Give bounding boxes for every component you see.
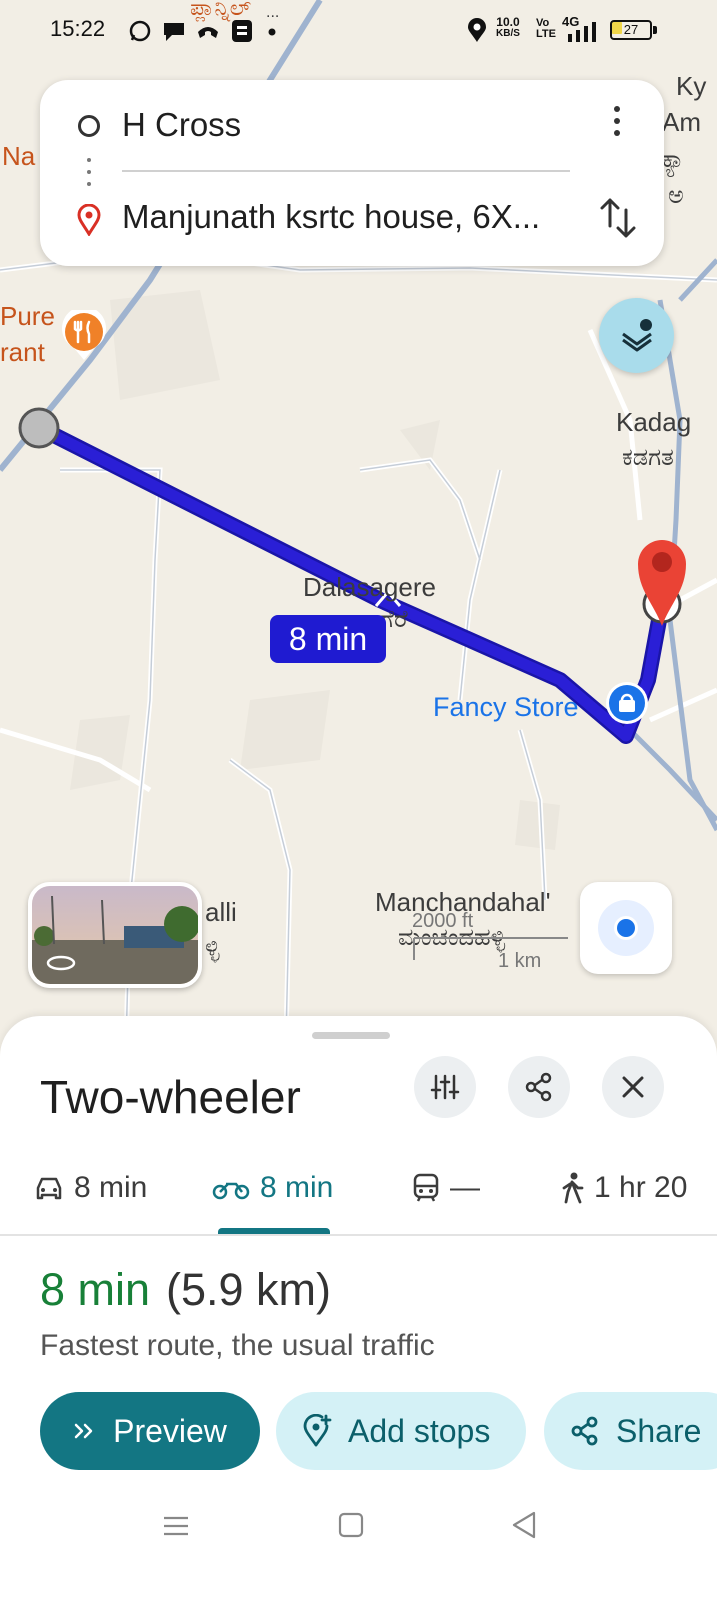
status-bar: 15:22 ಪ್ಲಾನ್ನಿಲ್ ... 10.0 KB/S Vo LTE 4G… [0,0,717,64]
directions-card: H Cross Manjunath ksrtc house, 6X... [40,80,664,266]
route-time-bubble[interactable]: 8 min [270,615,386,663]
map-label-ky: Ky [676,71,707,101]
active-tab-indicator [218,1228,330,1234]
transit-icon [412,1173,440,1203]
layers-button[interactable] [599,298,674,373]
close-icon [622,1076,644,1098]
map-label-kadag-kannada: ಕಡಗತ [622,443,674,471]
map-label-kadag: Kadag [616,407,692,437]
layers-icon [621,318,652,351]
swap-directions-button[interactable] [598,196,638,240]
map-label-kannada-2: ಅ [668,181,684,209]
restaurant-marker[interactable] [60,310,108,362]
share-pill-icon [570,1416,600,1446]
battery-indicator: 27 [610,20,652,40]
map-label-pure: Pure [0,301,55,331]
destination-input[interactable]: Manjunath ksrtc house, 6X... [122,198,570,236]
map-canvas[interactable]: Ky Am ಕ್ಯಾ ಅ Na Pure rant Kadag ಕಡಗತ Dal… [0,0,717,1080]
status-kannada-fragment: ಪ್ಲಾನ್ನಿಲ್ [190,0,252,21]
share-icon [525,1072,552,1102]
tab-transit[interactable]: — [412,1168,480,1208]
close-button[interactable] [602,1056,664,1118]
status-ellipsis: ... [266,4,280,21]
route-options-button[interactable] [414,1056,476,1118]
destination-pin-icon [77,204,101,236]
map-label-fancy-store[interactable]: Fancy Store [433,692,579,723]
my-location-button[interactable] [580,882,672,974]
map-label-alli-kannada: ಳ್ಳಿ [205,933,220,961]
map-label-am: Am [662,107,701,137]
tab-walk[interactable]: 1 hr 20 [560,1168,687,1208]
whatsapp-icon [129,20,151,42]
map-label-rant: rant [0,337,45,367]
battery-tip [653,26,657,34]
scale-bar [413,937,568,960]
preview-label: Preview [113,1412,227,1449]
chat-icon [164,23,184,41]
shopping-marker[interactable] [604,680,650,726]
tab-two-wheeler[interactable]: 8 min [212,1168,333,1208]
tab-two-wheeler-label: 8 min [260,1171,334,1204]
rotate-360-icon [46,955,76,971]
net-speed-unit: KB/S [496,28,520,39]
route-connector-dots [87,158,91,188]
origin-marker[interactable] [17,406,61,450]
route-duration: 8 min [40,1264,151,1315]
route-description: Fastest route, the usual traffic [40,1329,435,1362]
car-icon [34,1174,64,1202]
status-net-speed: 10.0 KB/S [496,16,520,40]
origin-circle-icon [78,115,100,137]
signal-icon [568,22,596,42]
tab-car[interactable]: 8 min [34,1168,147,1208]
map-label-kannada-1: ಕ್ಯಾ [662,145,685,173]
my-location-icon [598,900,654,956]
sheet-title: Two-wheeler [40,1071,301,1123]
map-label-na: Na [2,141,36,171]
more-options-button[interactable] [606,106,628,146]
notification-icon [232,20,252,42]
motorcycle-icon [212,1176,250,1200]
origin-input[interactable]: H Cross [122,106,241,144]
tab-walk-label: 1 hr 20 [594,1171,688,1204]
back-button[interactable] [510,1510,538,1540]
card-divider [122,170,570,172]
missed-call-icon [198,27,218,38]
share-label: Share [616,1412,702,1449]
more-vert-icon [614,106,620,112]
net-speed-value: 10.0 [496,15,520,29]
tab-car-label: 8 min [74,1171,148,1204]
volte-bottom: LTE [536,28,556,40]
map-label-dalasagere: Dalasagere [303,572,436,602]
map-label-alli: alli [205,897,237,927]
add-stops-button[interactable]: Add stops [276,1392,526,1470]
tab-transit-label: — [450,1171,480,1204]
status-time: 15:22 [50,16,106,41]
location-icon [468,18,486,42]
share-button[interactable]: Share [544,1392,717,1470]
route-distance: (5.9 km) [166,1264,332,1315]
sheet-drag-handle[interactable] [312,1032,390,1039]
destination-pin[interactable] [634,534,692,628]
tune-icon [430,1074,460,1100]
system-navigation-bar [0,1490,717,1600]
travel-mode-tabs: 8 min 8 min — 1 hr 20 [0,1156,717,1236]
status-volte: Vo LTE [536,18,556,40]
add-stops-label: Add stops [348,1412,491,1449]
home-button[interactable] [338,1512,364,1538]
scale-feet: 2000 ft [412,910,474,932]
walk-icon [560,1172,584,1204]
battery-level: 27 [610,20,652,40]
street-view-thumbnail[interactable] [28,882,202,988]
preview-button[interactable]: Preview [40,1392,260,1470]
recent-apps-button[interactable] [162,1512,190,1540]
add-location-icon [302,1414,332,1448]
more-notifications-dot [268,28,276,36]
share-route-button[interactable] [508,1056,570,1118]
double-chevron-icon [73,1421,97,1441]
